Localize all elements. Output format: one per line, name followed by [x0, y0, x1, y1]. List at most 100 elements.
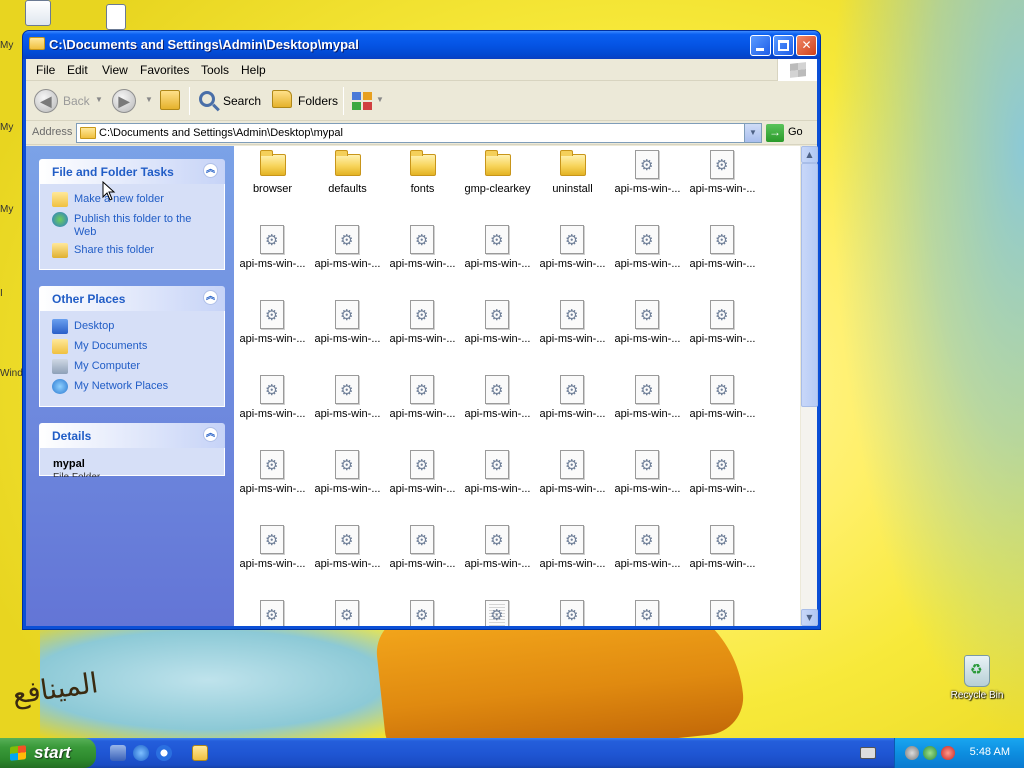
file-item[interactable]: api-ms-win-... [685, 296, 760, 371]
tray-network-icon[interactable] [923, 746, 937, 760]
start-button[interactable]: start [0, 738, 96, 768]
menu-view[interactable]: View [102, 63, 128, 77]
file-item[interactable]: api-ms-win-... [385, 296, 460, 371]
go-arrow-icon[interactable]: → [766, 124, 784, 142]
file-item[interactable]: api-ms-win-... [460, 371, 535, 446]
file-item[interactable]: api-ms-win-... [235, 221, 310, 296]
scroll-thumb[interactable] [801, 163, 818, 407]
views-icon[interactable] [351, 91, 373, 111]
tray-security-shield-icon[interactable] [941, 746, 955, 760]
collapse-chevron-icon[interactable]: ︽ [203, 290, 218, 305]
file-item[interactable]: api-ms-win-... [535, 221, 610, 296]
file-item[interactable]: api-ms-win-... [460, 446, 535, 521]
file-item[interactable]: api-ms-win-... [385, 521, 460, 596]
panel-header[interactable]: Other Places ︽ [39, 286, 225, 311]
file-item[interactable]: api-ms-win-... [610, 521, 685, 596]
folder-item[interactable]: defaults [310, 146, 385, 221]
file-item[interactable]: api-ms-win-... [610, 221, 685, 296]
desktop-icon-notepad[interactable] [80, 4, 152, 30]
clock[interactable]: 5:48 AM [970, 746, 1010, 758]
file-item[interactable] [610, 596, 685, 626]
menu-file[interactable]: File [36, 63, 55, 77]
file-item[interactable]: api-ms-win-... [610, 446, 685, 521]
desktop-icon-recycle-bin[interactable]: Recycle Bin [946, 655, 1008, 701]
file-item[interactable]: api-ms-win-... [235, 446, 310, 521]
address-input[interactable]: C:\Documents and Settings\Admin\Desktop\… [76, 123, 762, 143]
title-bar[interactable]: C:\Documents and Settings\Admin\Desktop\… [23, 31, 820, 59]
folder-item[interactable]: browser [235, 146, 310, 221]
search-icon[interactable] [199, 91, 215, 107]
dll-file-icon [710, 525, 734, 554]
menu-help[interactable]: Help [241, 63, 266, 77]
file-item[interactable]: api-ms-win-... [385, 371, 460, 446]
file-item[interactable] [385, 596, 460, 626]
file-item[interactable]: api-ms-win-... [310, 446, 385, 521]
chevron-down-icon[interactable]: ▼ [744, 124, 761, 142]
panel-header[interactable]: File and Folder Tasks ︽ [39, 159, 225, 184]
file-item[interactable]: api-ms-win-... [685, 146, 760, 221]
forward-dropdown-icon[interactable]: ▼ [145, 95, 153, 104]
file-item[interactable]: api-ms-win-... [535, 521, 610, 596]
file-item[interactable] [235, 596, 310, 626]
file-item[interactable]: api-ms-win-... [535, 446, 610, 521]
file-item[interactable]: api-ms-win-... [685, 521, 760, 596]
file-item[interactable]: api-ms-win-... [235, 521, 310, 596]
desktop-icon-mail[interactable] [2, 0, 74, 26]
file-item[interactable] [685, 596, 760, 626]
file-name-label: api-ms-win-... [389, 333, 456, 345]
scroll-up-button[interactable]: ▲ [801, 146, 818, 163]
show-desktop-icon[interactable] [110, 745, 126, 761]
close-button[interactable]: ✕ [796, 35, 817, 56]
file-item[interactable]: api-ms-win-... [685, 446, 760, 521]
file-item[interactable]: api-ms-win-... [460, 296, 535, 371]
file-item[interactable]: api-ms-win-... [460, 521, 535, 596]
file-item[interactable]: api-ms-win-... [310, 296, 385, 371]
menu-favorites[interactable]: Favorites [140, 63, 189, 77]
file-item[interactable]: api-ms-win-... [610, 146, 685, 221]
file-name-label: api-ms-win-... [239, 258, 306, 270]
panel-header[interactable]: Details ︽ [39, 423, 225, 448]
up-folder-button[interactable] [160, 90, 180, 110]
scroll-down-button[interactable]: ▼ [801, 609, 818, 626]
media-player-icon[interactable] [156, 745, 172, 761]
file-item[interactable] [535, 596, 610, 626]
folder-item[interactable]: uninstall [535, 146, 610, 221]
file-item[interactable]: api-ms-win-... [235, 296, 310, 371]
tray-volume-icon[interactable] [905, 746, 919, 760]
file-item[interactable]: api-ms-win-... [235, 371, 310, 446]
file-item[interactable]: api-ms-win-... [685, 221, 760, 296]
file-item[interactable]: api-ms-win-... [310, 521, 385, 596]
file-item[interactable]: api-ms-win-... [310, 221, 385, 296]
file-item[interactable]: api-ms-win-... [535, 296, 610, 371]
file-item[interactable]: api-ms-win-... [535, 371, 610, 446]
views-dropdown-icon[interactable]: ▼ [376, 95, 384, 104]
taskbar-explorer-folder-icon[interactable] [192, 745, 208, 761]
file-item[interactable]: api-ms-win-... [610, 296, 685, 371]
file-item[interactable] [460, 596, 535, 626]
file-item[interactable]: api-ms-win-... [310, 371, 385, 446]
vertical-scrollbar[interactable]: ▲ ▼ [800, 146, 818, 626]
collapse-chevron-icon[interactable]: ︽ [203, 163, 218, 178]
back-dropdown-icon[interactable]: ▼ [95, 95, 103, 104]
menu-edit[interactable]: Edit [67, 63, 88, 77]
collapse-chevron-icon[interactable]: ︽ [203, 427, 218, 442]
internet-explorer-icon[interactable] [133, 745, 149, 761]
folder-item[interactable]: gmp-clearkey [460, 146, 535, 221]
go-button[interactable]: Go [788, 126, 803, 138]
file-item[interactable]: api-ms-win-... [460, 221, 535, 296]
file-item[interactable]: api-ms-win-... [385, 221, 460, 296]
folder-item[interactable]: fonts [385, 146, 460, 221]
maximize-button[interactable] [773, 35, 794, 56]
keyboard-icon[interactable] [860, 747, 876, 759]
folders-button[interactable]: Folders [298, 94, 338, 108]
forward-button[interactable]: ▶ [112, 89, 136, 113]
back-button[interactable]: ◀ [34, 89, 58, 113]
folders-icon[interactable] [272, 90, 292, 108]
file-item[interactable] [310, 596, 385, 626]
menu-tools[interactable]: Tools [201, 63, 229, 77]
file-item[interactable]: api-ms-win-... [385, 446, 460, 521]
file-item[interactable]: api-ms-win-... [685, 371, 760, 446]
search-button[interactable]: Search [223, 94, 261, 108]
minimize-button[interactable] [750, 35, 771, 56]
file-item[interactable]: api-ms-win-... [610, 371, 685, 446]
